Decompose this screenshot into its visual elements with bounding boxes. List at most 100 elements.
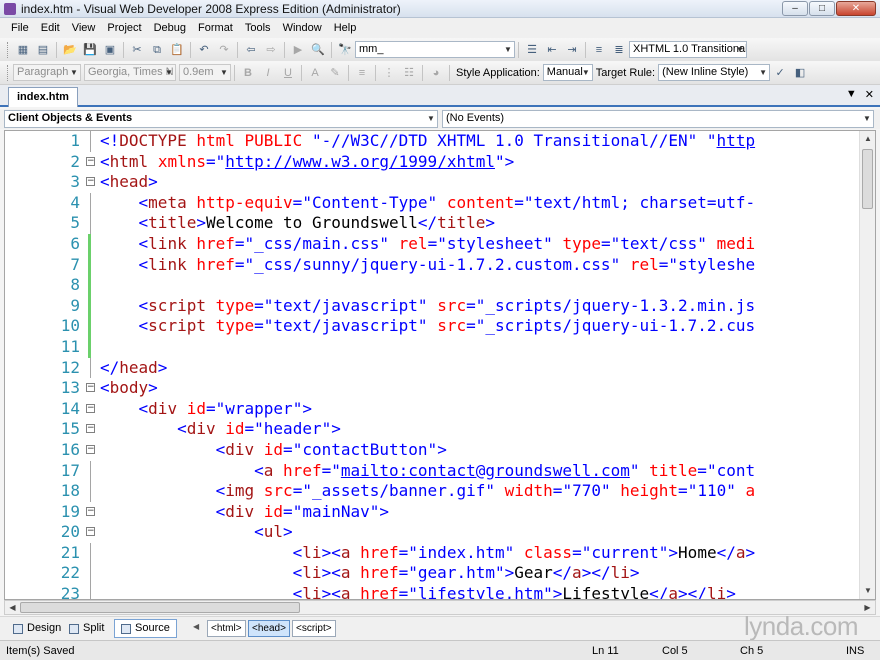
menu-debug[interactable]: Debug [148,22,192,34]
code-line[interactable]: 15− <div id="header"> [5,419,860,440]
code-line[interactable]: 14− <div id="wrapper"> [5,399,860,420]
bold-icon[interactable]: B [240,65,256,81]
code-line[interactable]: 21 <li><a href="index.htm" class="curren… [5,542,860,564]
font-family-combo[interactable]: Georgia, Times N ▼ [84,64,176,81]
collapse-icon[interactable]: − [86,506,95,516]
code-line[interactable]: 2− <html xmlns="http://www.w3.org/1999/xh… [5,152,860,173]
block-format-combo[interactable]: Paragraph ▼ [13,64,81,81]
code-lines[interactable]: 1 <!DOCTYPE html PUBLIC "-//W3C//DTD XHTM… [5,131,860,599]
code-line[interactable]: 7 <link href="_css/sunny/jquery-ui-1.7.2… [5,254,860,276]
navigate-back-icon[interactable]: ⇦ [243,42,259,58]
tab-dropdown-icon[interactable]: ▼ [846,88,857,101]
open-file-icon[interactable]: 📂 [62,42,78,58]
code-line[interactable]: 18 <img src="_assets/banner.gif" width="… [5,481,860,502]
code-line[interactable]: 23 <li><a href="lifestyle.htm">Lifestyle… [5,584,860,599]
comment-icon[interactable]: ≡ [591,42,607,58]
tab-index-htm[interactable]: index.htm [8,87,78,107]
code-line[interactable]: 5 <title>Welcome to Groundswell</title> [5,213,860,234]
format-selection-icon[interactable]: ☰ [524,42,540,58]
toolbar-grip[interactable] [7,41,10,58]
chevron-down-icon[interactable]: ▼ [68,65,80,80]
scroll-up-icon[interactable]: ▲ [860,131,875,147]
code-line[interactable]: 8 [5,275,860,296]
menu-view[interactable]: View [66,22,102,34]
chevron-down-icon[interactable]: ▼ [163,65,175,80]
new-project-icon[interactable]: ▦ [15,42,31,58]
menu-file[interactable]: File [5,22,35,34]
italic-icon[interactable]: I [260,65,276,81]
events-combo[interactable]: (No Events) ▼ [442,110,874,128]
code-line[interactable]: 12 </head> [5,357,860,379]
chevron-down-icon[interactable]: ▼ [734,42,746,57]
menu-format[interactable]: Format [192,22,239,34]
close-button[interactable]: ✕ [836,1,876,16]
source-view-button[interactable]: Source [114,619,177,638]
menu-window[interactable]: Window [277,22,328,34]
vertical-scroll-thumb[interactable] [862,149,873,209]
chevron-down-icon[interactable]: ▼ [861,111,873,126]
view-in-browser-icon[interactable]: 🔍 [310,42,326,58]
target-rule-combo[interactable]: (New Inline Style) ▼ [658,64,771,81]
code-line[interactable]: 16− <div id="contactButton"> [5,440,860,461]
code-line[interactable]: 20− <ul> [5,522,860,543]
scroll-right-icon[interactable]: ▶ [860,601,875,614]
increase-indent-icon[interactable]: ⇥ [564,42,580,58]
collapse-icon[interactable]: − [86,527,95,537]
highlight-icon[interactable]: ✎ [327,65,343,81]
horizontal-scroll-thumb[interactable] [20,602,300,613]
collapse-icon[interactable]: − [86,403,95,413]
client-objects-combo[interactable]: Client Objects & Events ▼ [4,110,438,128]
save-all-icon[interactable]: ▣ [102,42,118,58]
copy-icon[interactable]: ⧉ [149,42,165,58]
bullet-list-icon[interactable]: ☷ [401,65,417,81]
style-application-combo[interactable]: Manual ▼ [542,64,593,81]
vertical-scrollbar[interactable]: ▲ ▼ [859,131,875,599]
undo-icon[interactable]: ↶ [196,42,212,58]
chevron-down-icon[interactable]: ▼ [425,111,437,126]
chevron-down-icon[interactable]: ▼ [502,42,514,57]
find-combo[interactable]: mm_ ▼ [355,41,515,58]
code-line[interactable]: 10 <script type="text/javascript" src="_… [5,316,860,337]
tag-navigator-left-icon[interactable]: ◀ [193,622,199,631]
code-line[interactable]: 4 <meta http-equiv="Content-Type" conten… [5,192,860,214]
code-line[interactable]: 1 <!DOCTYPE html PUBLIC "-//W3C//DTD XHTM… [5,131,860,152]
menu-edit[interactable]: Edit [35,22,66,34]
menu-help[interactable]: Help [328,22,363,34]
paint-icon[interactable]: ◕ [428,65,444,81]
justify-icon[interactable]: ≡ [354,65,370,81]
collapse-icon[interactable]: − [86,383,95,393]
cut-icon[interactable]: ✂ [129,42,145,58]
code-line[interactable]: 19− <div id="mainNav"> [5,502,860,523]
numbered-list-icon[interactable]: ⋮ [381,65,397,81]
design-view-button[interactable]: Design [6,619,68,638]
tag-head[interactable]: <head> [248,620,290,637]
split-view-button[interactable]: Split [62,619,111,638]
scroll-left-icon[interactable]: ◀ [5,601,20,614]
apply-style-icon[interactable]: ✓ [772,65,788,81]
new-style-icon[interactable]: ◧ [792,65,808,81]
font-size-combo[interactable]: 0.9em ▼ [179,64,231,81]
uncomment-icon[interactable]: ≣ [611,42,627,58]
code-line[interactable]: 9 <script type="text/javascript" src="_s… [5,295,860,317]
chevron-down-icon[interactable]: ▼ [757,65,769,80]
menu-tools[interactable]: Tools [239,22,277,34]
chevron-down-icon[interactable]: ▼ [580,65,592,80]
minimize-button[interactable]: – [782,1,808,16]
start-debugging-icon[interactable]: ▶ [290,42,306,58]
toolbar-grip[interactable] [7,64,10,81]
code-editor[interactable]: 1 <!DOCTYPE html PUBLIC "-//W3C//DTD XHTM… [4,130,876,600]
collapse-icon[interactable]: − [86,424,95,434]
paste-icon[interactable]: 📋 [169,42,185,58]
code-line[interactable]: 3− <head> [5,172,860,193]
code-line[interactable]: 13− <body> [5,378,860,399]
menu-project[interactable]: Project [101,22,147,34]
collapse-icon[interactable]: − [86,177,95,187]
doctype-combo[interactable]: XHTML 1.0 Transitional ▼ [629,41,747,58]
tag-html[interactable]: <html> [207,620,246,637]
close-tab-icon[interactable]: ✕ [865,88,874,101]
chevron-down-icon[interactable]: ▼ [218,65,230,80]
maximize-button[interactable]: □ [809,1,835,16]
add-item-icon[interactable]: ▤ [35,42,51,58]
code-line[interactable]: 22 <li><a href="gear.htm">Gear</a></li> [5,563,860,585]
find-in-files-icon[interactable]: 🔭 [337,42,353,58]
